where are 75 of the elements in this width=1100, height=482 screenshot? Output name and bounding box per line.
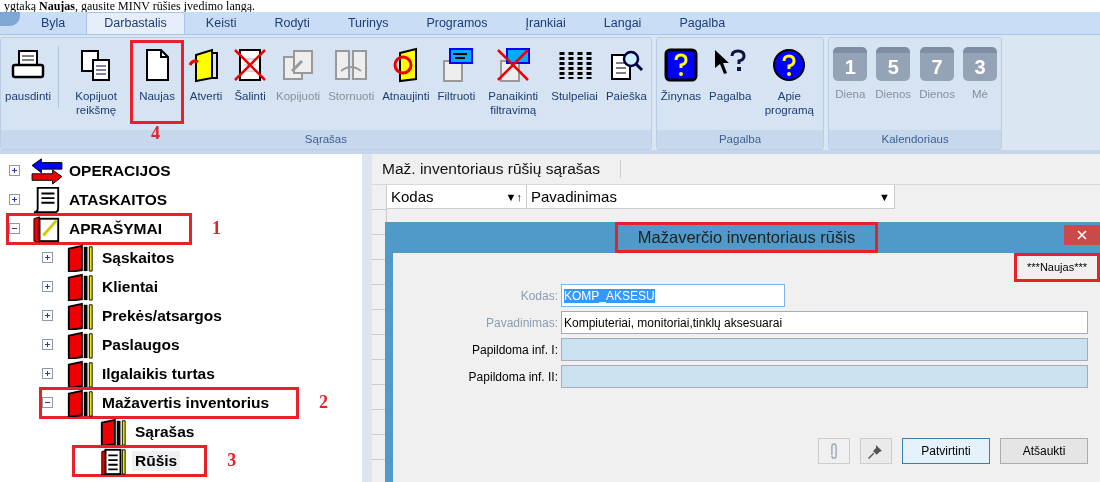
ribbon-button[interactable]: Filtruoti bbox=[433, 40, 480, 106]
tree-item[interactable]: OPERACIJOS bbox=[66, 160, 174, 181]
help-icon bbox=[771, 47, 808, 83]
ribbon-tab[interactable]: Įrankiai bbox=[508, 13, 583, 34]
tree-item[interactable]: Paslaugos bbox=[99, 334, 183, 355]
expander-icon[interactable] bbox=[42, 310, 53, 321]
close-button[interactable] bbox=[1064, 225, 1100, 245]
close-icon bbox=[1077, 230, 1087, 240]
column-header[interactable]: Pavadinimas ▼ bbox=[527, 185, 895, 209]
expander-icon[interactable] bbox=[42, 397, 53, 408]
ribbon-tab[interactable]: Turinys bbox=[330, 13, 406, 34]
callout-number: 3 bbox=[227, 450, 237, 471]
ribbon-tab[interactable]: Darbastalis bbox=[86, 12, 185, 34]
expander-icon[interactable] bbox=[9, 194, 20, 205]
expander-icon[interactable] bbox=[9, 165, 20, 176]
mode-label: ***Naujas*** bbox=[1014, 253, 1100, 282]
calendar-icon: 1 bbox=[833, 47, 868, 81]
group-label: Kalendoriaus bbox=[829, 130, 1001, 149]
field-label: Pavadinimas: bbox=[484, 315, 559, 330]
swap-icon bbox=[333, 47, 370, 83]
ribbon-button[interactable]: Žinynas bbox=[656, 40, 706, 106]
calendar-icon: 3 bbox=[962, 47, 997, 81]
group-label: Pagalba bbox=[656, 130, 824, 149]
tree-item[interactable]: Rūšis bbox=[132, 450, 181, 471]
ribbon-button[interactable]: Apie programą bbox=[755, 40, 824, 120]
arrows-icon bbox=[30, 156, 64, 185]
ribbon-tab[interactable]: Rodyti bbox=[257, 13, 327, 34]
expander-icon[interactable] bbox=[42, 339, 53, 350]
pin-button[interactable] bbox=[860, 438, 892, 464]
tree-item[interactable]: Klientai bbox=[99, 276, 161, 297]
ribbon-tab[interactable]: Pagalba bbox=[662, 13, 743, 34]
ribbon-button[interactable]: Panaikinti filtravimą bbox=[479, 40, 548, 120]
filter-icon[interactable]: ▼↑ bbox=[505, 190, 522, 203]
dialog-title: Mažaverčio inventoriaus rūšis bbox=[614, 222, 879, 253]
dialog-button[interactable]: Patvirtinti bbox=[902, 438, 990, 464]
expander-icon[interactable] bbox=[9, 223, 20, 234]
callout-number: 4 bbox=[151, 123, 161, 144]
input-field[interactable] bbox=[561, 365, 1088, 388]
tree-item[interactable]: Sąrašas bbox=[132, 421, 198, 442]
calendar-icon: 7 bbox=[920, 47, 955, 81]
ribbon-tab[interactable]: Programos bbox=[409, 13, 505, 34]
ribbon-button[interactable]: Atnaujinti bbox=[378, 40, 434, 106]
ribbon-button[interactable]: Kopijuot reikšmę bbox=[62, 40, 131, 120]
ribbon-tab[interactable]: Byla bbox=[24, 13, 83, 34]
calendar-icon: 5 bbox=[876, 47, 911, 81]
expander-icon[interactable] bbox=[42, 252, 53, 263]
ribbon-button[interactable]: Šalinti bbox=[228, 40, 273, 106]
field-label: Kodas: bbox=[519, 288, 559, 303]
ribbon-button[interactable]: Stulpeliai bbox=[547, 40, 602, 106]
ribbon-tab[interactable]: Keisti bbox=[188, 13, 254, 34]
ribbon-tab[interactable]: Langai bbox=[586, 13, 659, 34]
field-label: Papildoma inf. II: bbox=[467, 369, 559, 384]
list-title: Maž. inventoriaus rūšių sąrašas bbox=[382, 160, 621, 178]
tree-item[interactable]: ATASKAITOS bbox=[66, 189, 171, 210]
delete-icon bbox=[232, 47, 269, 83]
help-icon bbox=[662, 47, 699, 83]
ribbon-button[interactable]: pausdinti bbox=[1, 40, 56, 106]
expander-icon[interactable] bbox=[42, 368, 53, 379]
dialog-button[interactable]: Atšaukti bbox=[1000, 438, 1088, 464]
ribbon-button[interactable]: Paieška bbox=[601, 40, 651, 106]
callout-number: 1 bbox=[212, 218, 221, 239]
filter-icon[interactable]: ▼ bbox=[879, 190, 890, 203]
input-field[interactable] bbox=[561, 338, 1088, 361]
ribbon-button[interactable]: Naujas bbox=[130, 40, 185, 124]
filter-off-icon bbox=[495, 47, 532, 83]
tree-item[interactable]: Prekės/atsargos bbox=[99, 305, 225, 326]
ribbon-button[interactable]: Atverti bbox=[184, 40, 229, 106]
tree-item[interactable]: Ilgalaikis turtas bbox=[99, 363, 218, 384]
ribbon-button[interactable]: Pagalba bbox=[705, 40, 756, 106]
callout-number: 2 bbox=[319, 392, 329, 413]
field-label: Papildoma inf. I: bbox=[470, 342, 559, 357]
column-header[interactable]: Kodas ▼↑ bbox=[387, 185, 527, 209]
tree-item[interactable]: Sąskaitos bbox=[99, 247, 178, 268]
expander-icon[interactable] bbox=[42, 281, 53, 292]
input-field[interactable]: Kompiuteriai, monitoriai,tinklų aksesuarai bbox=[561, 311, 1088, 334]
